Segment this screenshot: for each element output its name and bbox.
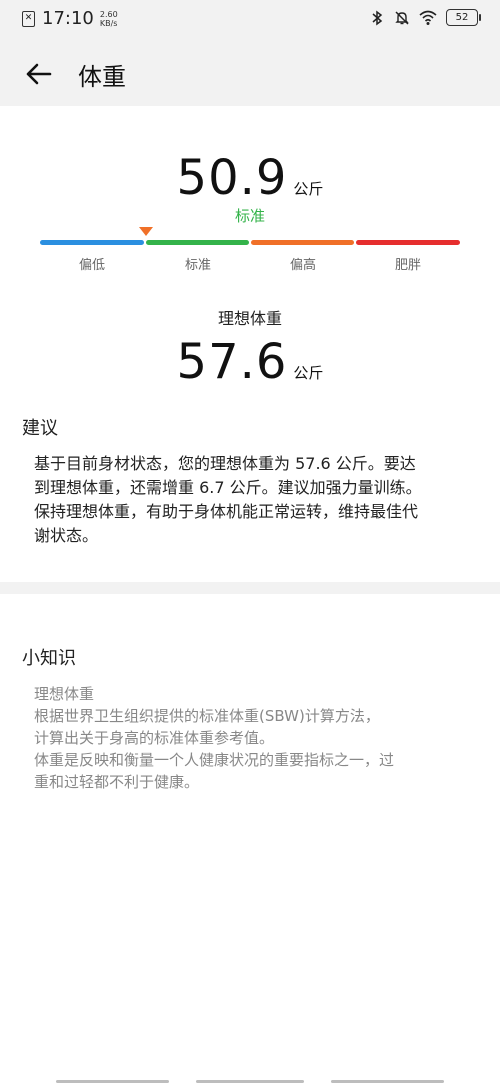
knowledge-line: 计算出关于身高的标准体重参考值。 (34, 729, 275, 747)
notification-icon: ✕ (22, 10, 35, 27)
knowledge-title: 小知识 (22, 648, 76, 669)
weight-status: 标准 (234, 207, 265, 225)
weight-unit: 公斤 (293, 180, 324, 198)
status-bar: ✕ 17:10 2.60 KB/s 52 (0, 0, 500, 40)
scale-label-obese: 肥胖 (394, 258, 421, 273)
advice-line: 谢状态。 (34, 526, 99, 545)
ideal-weight-label: 理想体重 (217, 309, 282, 328)
current-weight: 50.9 公斤 (0, 150, 500, 206)
app-header: 体重 (0, 40, 500, 106)
status-time: 17:10 (42, 8, 94, 29)
knowledge-line: 根据世界卫生组织提供的标准体重(SBW)计算方法， (34, 707, 380, 725)
page-title: 体重 (78, 63, 126, 91)
ideal-weight-value: 57.6 (176, 334, 288, 390)
battery-icon: 52 (446, 9, 481, 26)
advice-line: 基于目前身材状态，您的理想体重为 57.6 公斤。要达 (34, 454, 416, 473)
advice-line: 到理想体重，还需增重 6.7 公斤。建议加强力量训练。 (34, 478, 422, 497)
arrow-left-icon[interactable] (22, 56, 58, 92)
status-left: ✕ 17:10 2.60 KB/s (22, 8, 118, 29)
weight-marker (139, 227, 153, 236)
scale-segment-normal (146, 240, 249, 245)
mute-icon (395, 10, 409, 25)
weight-value: 50.9 (176, 150, 288, 206)
status-right: 52 (369, 9, 481, 26)
scale-label-normal: 标准 (184, 258, 211, 273)
scale-label-low: 偏低 (78, 258, 105, 273)
knowledge-text: 理想体重 根据世界卫生组织提供的标准体重(SBW)计算方法， 计算出关于身高的标… (34, 683, 474, 793)
advice-line: 保持理想体重，有助于身体机能正常运转，维持最佳代 (34, 502, 419, 521)
knowledge-line: 理想体重 (34, 685, 95, 703)
advice-text: 基于目前身材状态，您的理想体重为 57.6 公斤。要达 到理想体重，还需增重 6… (34, 452, 464, 548)
net-speed: 2.60 KB/s (100, 10, 118, 28)
ideal-weight-unit: 公斤 (293, 364, 324, 382)
scale-segment-obese (356, 240, 460, 245)
scale-segment-high (251, 240, 354, 245)
knowledge-line: 重和过轻都不利于健康。 (34, 773, 200, 791)
ideal-weight: 57.6 公斤 (0, 334, 500, 390)
bluetooth-icon (372, 10, 383, 25)
net-speed-unit: KB/s (99, 18, 118, 28)
advice-title: 建议 (22, 418, 58, 439)
section-divider (0, 582, 500, 594)
battery-level: 52 (455, 12, 469, 23)
scale-segment-low (40, 240, 144, 245)
net-speed-value: 2.60 (99, 9, 118, 19)
knowledge-line: 体重是反映和衡量一个人健康状况的重要指标之一，过 (34, 751, 395, 769)
scale-label-high: 偏高 (289, 258, 316, 273)
wifi-icon (419, 10, 437, 25)
